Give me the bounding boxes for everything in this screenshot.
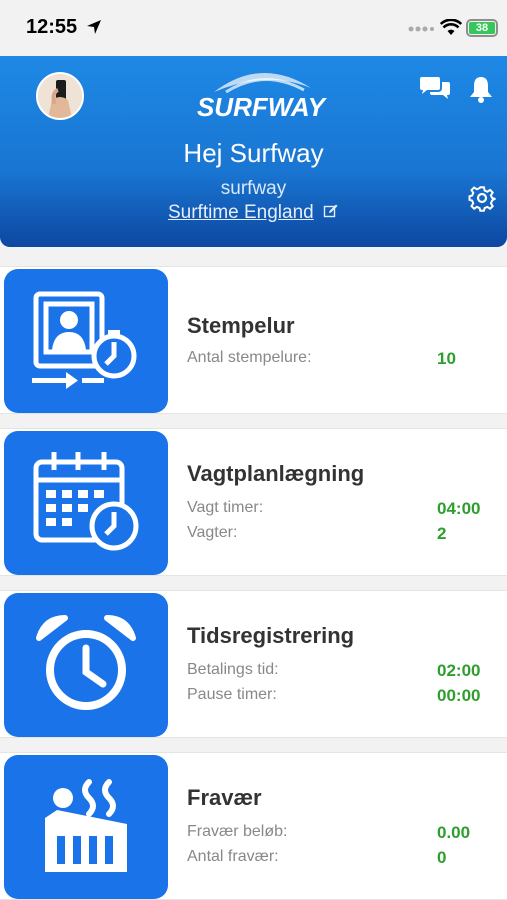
card-title: Fravær — [187, 785, 262, 810]
card-vagtplanlaegning[interactable]: Vagtplanlægning Vagt timer: 04:00 Vagter… — [0, 428, 507, 576]
row-label: Pause timer: — [187, 686, 277, 703]
signal-icon — [408, 26, 434, 32]
battery-icon: 38 — [466, 19, 498, 37]
card-icon-tile — [4, 431, 168, 575]
alarm-clock-icon — [36, 615, 136, 710]
row-value: 10 — [437, 349, 456, 368]
card-fravaer[interactable]: Fravær Fravær beløb: 0.00 Antal fravær: … — [0, 752, 507, 900]
row-label: Vagt timer: — [187, 499, 264, 516]
profile-header: SURFWAY Hej Surfway surfway Surftime Eng… — [0, 56, 507, 247]
card-title: Vagtplanlægning — [187, 461, 365, 486]
row-label: Vagter: — [187, 524, 238, 541]
row-label: Betalings tid: — [187, 661, 279, 678]
company-link[interactable]: Surftime England — [0, 202, 507, 224]
row-value: 00:00 — [437, 686, 481, 705]
edit-icon[interactable] — [323, 203, 339, 219]
card-icon-tile — [4, 269, 168, 413]
row-value: 0 — [437, 848, 447, 867]
greeting-title: Hej Surfway — [183, 138, 324, 168]
chat-icon[interactable] — [418, 76, 452, 102]
gear-icon[interactable] — [468, 184, 496, 212]
row-label: Antal fravær: — [187, 848, 279, 865]
card-tidsregistrering[interactable]: Tidsregistrering Betalings tid: 02:00 Pa… — [0, 590, 507, 738]
card-stempelur[interactable]: Stempelur Antal stempelure: 10 — [0, 266, 507, 414]
bell-icon[interactable] — [466, 74, 496, 104]
time-clock-icon — [32, 291, 137, 389]
calendar-clock-icon — [33, 452, 139, 551]
row-value: 0.00 — [437, 823, 471, 842]
location-arrow-icon — [87, 20, 101, 34]
card-title: Tidsregistrering — [187, 623, 355, 648]
card-icon-tile — [4, 755, 168, 899]
surfway-logo: SURFWAY — [197, 72, 328, 122]
row-label: Antal stempelure: — [187, 349, 312, 366]
wifi-icon — [440, 19, 462, 35]
row-label: Fravær beløb: — [187, 823, 288, 840]
status-time: 12:55 — [26, 16, 78, 38]
username: surfway — [220, 178, 287, 199]
logo-text: SURFWAY — [197, 92, 328, 122]
row-value: 04:00 — [437, 499, 481, 518]
status-bar: 12:55 38 — [0, 0, 507, 56]
battery-level: 38 — [469, 22, 495, 34]
avatar[interactable] — [36, 72, 84, 120]
absence-icon — [45, 779, 127, 872]
card-icon-tile — [4, 593, 168, 737]
company-name[interactable]: Surftime England — [168, 202, 314, 223]
avatar-image — [38, 74, 82, 118]
row-value: 2 — [437, 524, 447, 543]
card-title: Stempelur — [187, 313, 295, 338]
row-value: 02:00 — [437, 661, 481, 680]
